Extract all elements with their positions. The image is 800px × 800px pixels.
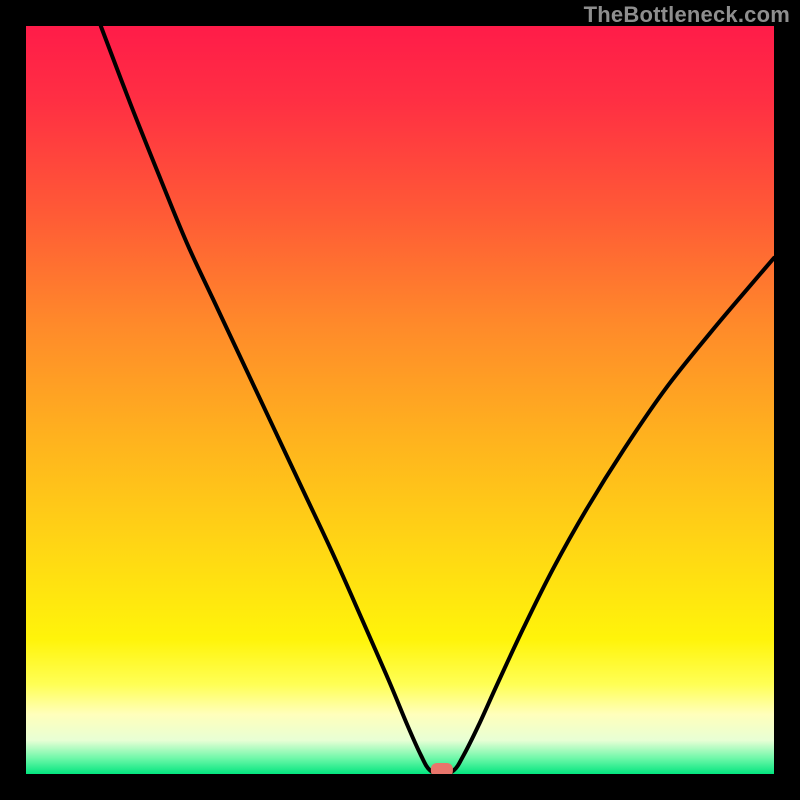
chart-frame: TheBottleneck.com [0, 0, 800, 800]
chart-svg [26, 26, 774, 774]
optimal-marker [431, 763, 453, 774]
chart-background-gradient [26, 26, 774, 774]
chart-plot-area [26, 26, 774, 774]
attribution-label: TheBottleneck.com [584, 2, 790, 28]
